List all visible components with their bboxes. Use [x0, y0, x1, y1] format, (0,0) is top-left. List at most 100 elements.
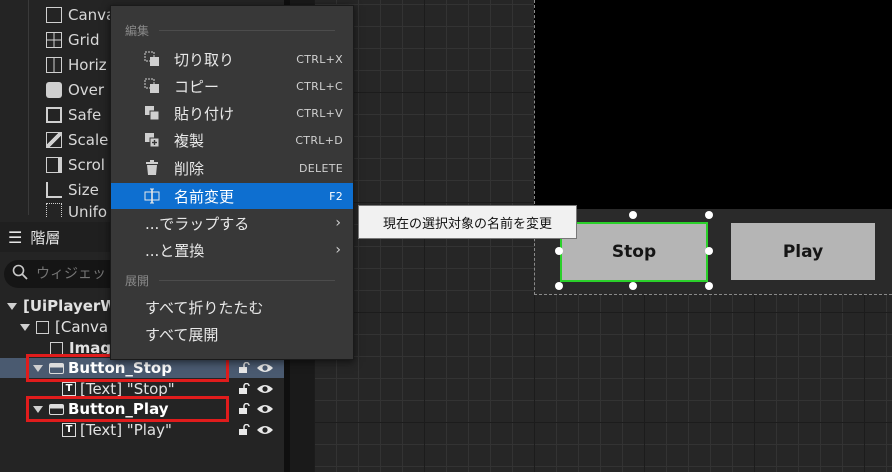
menu-item-label: 切り取り — [174, 50, 235, 69]
menu-item-label: 貼り付け — [174, 104, 235, 123]
palette-item-overlay[interactable]: Over — [46, 78, 104, 102]
palette-item-scale-box[interactable]: Scale — [46, 128, 108, 152]
palette-item-canvas[interactable]: Canva — [46, 3, 115, 27]
resize-handle[interactable] — [705, 247, 713, 255]
visibility-eye-icon[interactable] — [256, 403, 274, 415]
menu-item-label: 名前変更 — [174, 187, 235, 206]
visibility-eye-icon[interactable] — [256, 383, 274, 395]
context-menu: 編集 切り取り CTRL+X コピー CTRL+C 貼り付け CTRL+V 複製… — [110, 5, 354, 360]
menu-item-shortcut: CTRL+V — [296, 106, 343, 120]
menu-item-duplicate[interactable]: 複製 CTRL+D — [111, 127, 353, 153]
menu-item-label: ...でラップする — [145, 214, 250, 233]
unlock-icon[interactable] — [238, 403, 250, 415]
canvas-panel-icon — [46, 7, 62, 23]
grid-panel-icon — [46, 32, 62, 48]
palette-item-grid[interactable]: Grid — [46, 28, 99, 52]
copy-icon — [144, 78, 159, 93]
uniform-grid-icon — [46, 203, 62, 217]
size-box-icon — [46, 182, 62, 198]
menu-item-copy[interactable]: コピー CTRL+C — [111, 73, 353, 99]
palette-item-label: Grid — [68, 31, 100, 49]
menu-separator — [159, 30, 336, 31]
palette-item-label: Scale — [68, 131, 109, 149]
menu-item-cut[interactable]: 切り取り CTRL+X — [111, 46, 353, 72]
palette-item-label: Safe — [68, 106, 102, 124]
scroll-box-icon — [46, 157, 62, 173]
palette-tree-line — [28, 0, 29, 215]
hierarchy-title: 階層 — [30, 228, 61, 247]
menu-section-edit: 編集 — [125, 22, 336, 39]
menu-item-rename[interactable]: 名前変更 F2 — [111, 183, 353, 209]
tree-row-label: [UiPlayerW — [23, 297, 117, 315]
stop-button[interactable]: Stop — [560, 222, 708, 282]
safe-zone-icon — [46, 107, 62, 123]
menu-item-label: すべて展開 — [145, 325, 219, 344]
menu-section-label: 編集 — [125, 24, 150, 38]
menu-item-delete[interactable]: 削除 DELETE — [111, 155, 353, 181]
resize-handle[interactable] — [705, 282, 713, 290]
resize-handle[interactable] — [555, 247, 563, 255]
unlock-icon[interactable] — [238, 383, 250, 395]
palette-item-label: Over — [68, 81, 105, 99]
unlock-icon[interactable] — [238, 362, 250, 374]
overlay-icon — [46, 82, 62, 98]
palette-item-label: Scrol — [68, 156, 105, 174]
play-button[interactable]: Play — [731, 223, 875, 280]
menu-item-shortcut: CTRL+C — [296, 79, 343, 93]
collapse-arrow-icon[interactable] — [33, 405, 43, 413]
menu-item-shortcut: CTRL+D — [295, 133, 343, 147]
menu-item-shortcut: CTRL+X — [296, 52, 343, 66]
search-icon — [12, 264, 28, 284]
palette-item-label: Horiz — [68, 56, 107, 74]
tree-row-button-play[interactable]: Button_Play — [0, 399, 284, 419]
menu-item-wrap-with[interactable]: ...でラップする › — [111, 210, 353, 236]
unlock-icon[interactable] — [238, 424, 250, 436]
collapse-arrow-icon[interactable] — [20, 323, 30, 331]
list-icon: ☰ — [8, 227, 23, 247]
chevron-right-icon: › — [335, 215, 341, 231]
tree-row-label: [Text] "Play" — [80, 421, 172, 439]
collapse-arrow-icon[interactable] — [33, 364, 43, 372]
canvas-image-widget[interactable] — [534, 0, 892, 209]
menu-item-label: 削除 — [174, 159, 205, 178]
visibility-eye-icon[interactable] — [256, 424, 274, 436]
button-icon — [49, 362, 64, 374]
palette-item-uniform-grid[interactable]: Unifo — [46, 203, 107, 217]
rename-icon — [144, 188, 160, 204]
row-controls — [238, 424, 274, 436]
menu-item-label: コピー — [174, 77, 220, 96]
tree-row-label: Button_Stop — [68, 359, 172, 377]
tree-row-button-stop[interactable]: Button_Stop — [0, 358, 284, 378]
menu-item-collapse-all[interactable]: すべて折りたたむ — [111, 294, 353, 320]
collapse-arrow-icon[interactable] — [7, 302, 17, 310]
resize-handle[interactable] — [555, 282, 563, 290]
menu-item-expand-all[interactable]: すべて展開 — [111, 321, 353, 347]
text-icon: T — [62, 423, 76, 437]
menu-item-replace-with[interactable]: ...と置換 › — [111, 237, 353, 263]
tree-row-label: Imag — [69, 339, 112, 357]
palette-item-scroll-box[interactable]: Scrol — [46, 153, 105, 177]
row-controls — [238, 403, 274, 415]
menu-separator — [159, 280, 336, 281]
menu-item-shortcut: DELETE — [299, 161, 343, 175]
palette-item-label: Size — [68, 181, 99, 199]
menu-section-expand: 展開 — [125, 272, 336, 289]
palette-item-horizontal-box[interactable]: Horiz — [46, 53, 107, 77]
trash-icon — [146, 160, 158, 175]
resize-handle[interactable] — [629, 282, 637, 290]
menu-item-paste[interactable]: 貼り付け CTRL+V — [111, 100, 353, 126]
palette-item-safe-zone[interactable]: Safe — [46, 103, 101, 127]
menu-section-label: 展開 — [125, 274, 150, 288]
tree-row-label: [Text] "Stop" — [80, 380, 175, 398]
tree-row-text-play[interactable]: T [Text] "Play" — [0, 420, 284, 440]
menu-item-label: 複製 — [174, 131, 205, 150]
resize-handle[interactable] — [629, 211, 637, 219]
menu-item-shortcut: F2 — [329, 189, 343, 203]
palette-item-size-box[interactable]: Size — [46, 178, 99, 202]
resize-handle[interactable] — [705, 211, 713, 219]
horizontal-box-icon — [46, 57, 62, 73]
row-controls — [238, 383, 274, 395]
image-icon — [50, 341, 63, 355]
menu-item-label: ...と置換 — [145, 241, 205, 260]
visibility-eye-icon[interactable] — [256, 362, 274, 374]
